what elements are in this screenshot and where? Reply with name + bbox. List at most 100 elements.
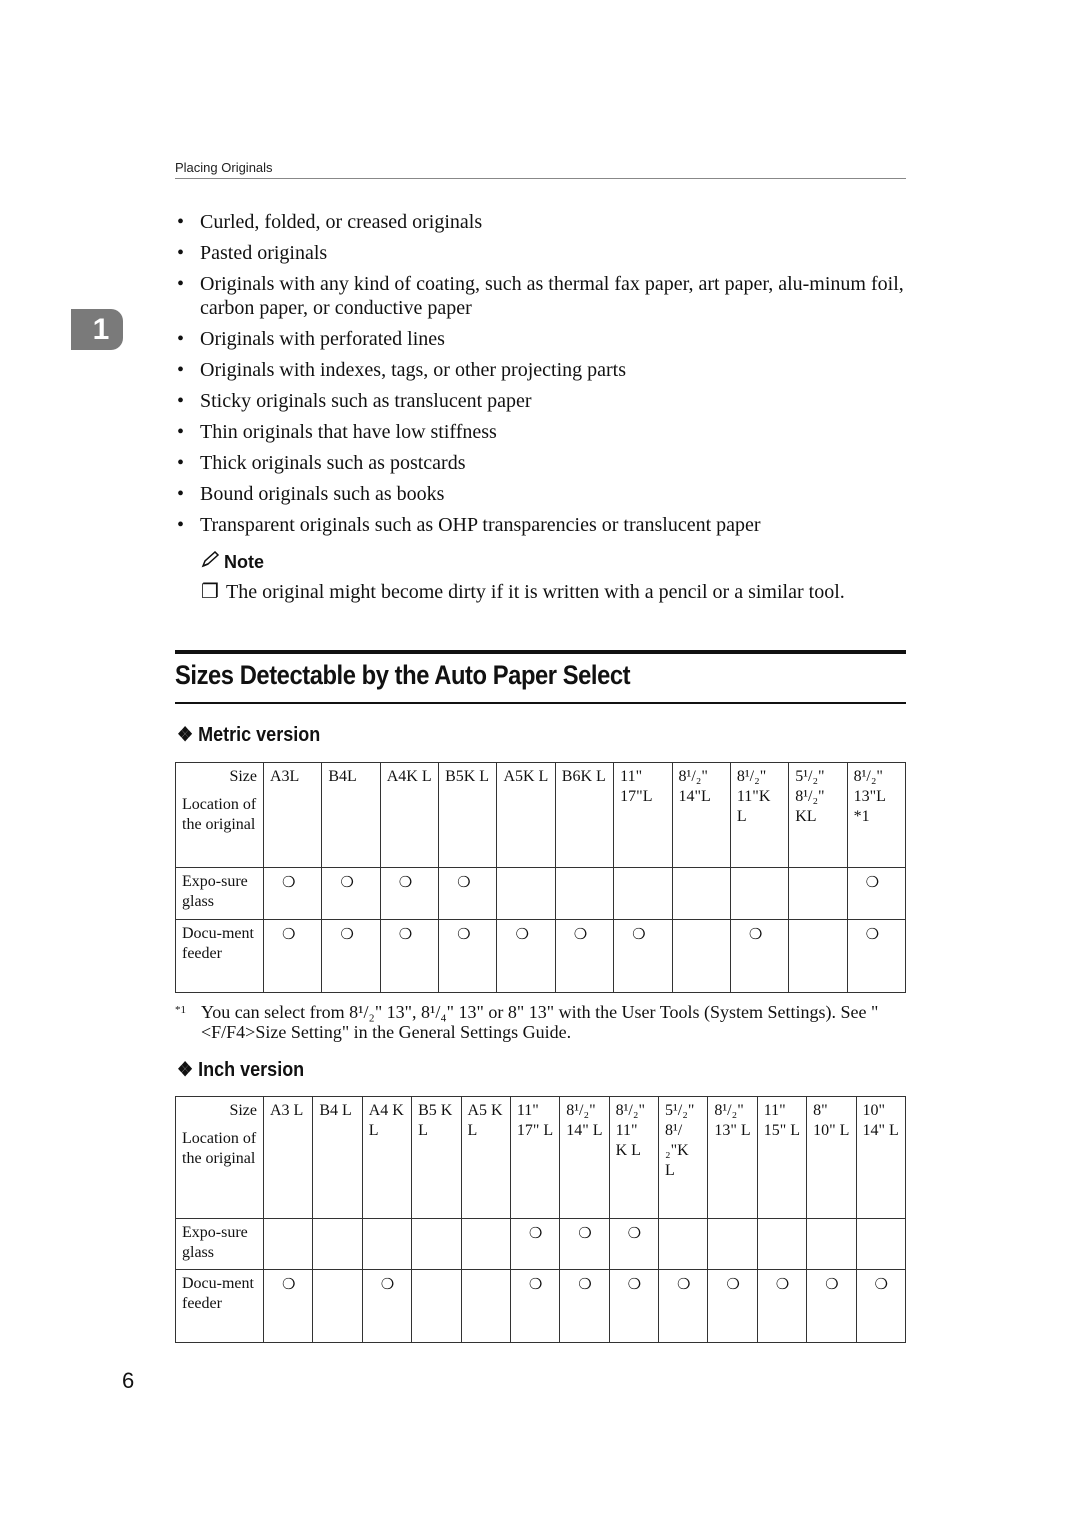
support-cell: ❍ <box>379 867 440 920</box>
supported-mark-icon: ❍ <box>874 1275 888 1293</box>
support-cell <box>411 1269 462 1343</box>
bullet-icon: • <box>177 242 185 264</box>
supported-mark-icon: ❍ <box>677 1275 691 1293</box>
supported-mark-icon: ❍ <box>398 873 413 891</box>
note-heading: Note <box>200 550 264 574</box>
bullet-item: • Originals with indexes, tags, or other … <box>175 358 906 382</box>
support-cell <box>855 1218 906 1270</box>
size-column-header: A4 K L <box>361 1096 413 1219</box>
bullet-icon: • <box>177 273 185 295</box>
bullet-item: • Thick originals such as postcards <box>175 451 906 475</box>
pencil-icon <box>200 550 220 574</box>
footnote-text: You can select from 8¹/₂" 13", 8¹/₄" 13"… <box>201 1002 879 1042</box>
supported-mark-icon: ❍ <box>528 1275 543 1293</box>
diamond-icon: ❖ <box>177 1059 194 1081</box>
size-column-header: 8¹/₂" 14" L <box>559 1096 610 1219</box>
support-cell: ❍ <box>379 919 440 993</box>
size-column-header: 11" 17" L <box>509 1096 561 1219</box>
size-column-header: 8¹/₂" 11"K L <box>729 762 790 868</box>
supported-mark-icon: ❍ <box>515 925 529 943</box>
support-cell: ❍ <box>361 1269 413 1343</box>
supported-mark-icon: ❍ <box>578 1224 592 1242</box>
inch-heading-text: Inch version <box>198 1059 305 1081</box>
support-cell: ❍ <box>509 1269 561 1343</box>
support-cell: ❍ <box>438 919 498 993</box>
support-cell: ❍ <box>855 1269 906 1343</box>
support-cell <box>460 1269 511 1343</box>
bullet-icon: • <box>177 328 185 350</box>
note-label: Note <box>224 552 264 572</box>
supported-mark-icon: ❍ <box>726 1275 740 1293</box>
page-number: 6 <box>122 1368 135 1393</box>
size-column-header: 8¹/₂" 11" K L <box>608 1096 660 1219</box>
bullet-item: • Pasted originals <box>175 241 906 265</box>
supported-mark-icon: ❍ <box>573 925 588 943</box>
supported-mark-icon: ❍ <box>627 1224 642 1242</box>
bullet-list: • Curled, folded, or creased originals • Pa… <box>175 210 906 544</box>
support-cell: ❍ <box>608 1269 660 1343</box>
support-cell: ❍ <box>806 1269 857 1343</box>
support-cell: ❍ <box>613 919 673 993</box>
supported-mark-icon: ❍ <box>865 873 880 891</box>
support-cell: ❍ <box>262 919 323 993</box>
support-cell <box>312 1218 363 1270</box>
size-column-header: B6K L <box>554 762 615 868</box>
bullet-item: • Bound originals such as books <box>175 482 906 506</box>
inch-heading: ❖ Inch version <box>177 1057 304 1082</box>
bullet-text: Originals with indexes, tags, or other p… <box>200 359 627 381</box>
metric-heading: ❖ Metric version <box>177 722 320 747</box>
size-column-header: 8¹/₂" 13" L <box>707 1096 758 1219</box>
support-cell <box>788 867 848 920</box>
chapter-tab: 1 <box>71 309 123 350</box>
bullet-text: Bound originals such as books <box>200 483 445 505</box>
footnote-marker: *1 <box>175 1004 186 1016</box>
bullet-icon: • <box>177 390 185 412</box>
size-column-header: A3L <box>262 762 323 868</box>
support-cell <box>262 1218 314 1270</box>
bullet-text: Sticky originals such as translucent pap… <box>200 390 532 412</box>
checkbox-icon: ❐ <box>201 581 219 603</box>
support-cell <box>756 1218 808 1270</box>
size-column-header: A5K L <box>496 762 556 868</box>
bullet-icon: • <box>177 359 185 381</box>
corner-cell: Size Location of the original <box>175 1096 264 1219</box>
row-label: Expo-sure glass <box>175 1218 264 1270</box>
section-rule-top <box>175 650 906 654</box>
support-cell <box>729 867 790 920</box>
supported-mark-icon: ❍ <box>528 1224 543 1242</box>
bullet-item: • Curled, folded, or creased originals <box>175 210 906 234</box>
support-cell: ❍ <box>657 1269 709 1343</box>
supported-mark-icon: ❍ <box>632 925 646 943</box>
location-label: Location of the original <box>182 796 257 833</box>
support-cell: ❍ <box>262 867 323 920</box>
support-cell: ❍ <box>559 1269 610 1343</box>
table-row: Docu-ment feeder ❍ ❍ ❍ ❍ ❍ ❍ ❍ ❍ ❍ <box>175 919 907 993</box>
bullet-item: • Transparent originals such as OHP trans… <box>175 513 906 537</box>
bullet-text: Curled, folded, or creased originals <box>200 211 483 233</box>
supported-mark-icon: ❍ <box>748 925 763 943</box>
note-text: The original might become dirty if it is… <box>226 581 845 603</box>
footnote: *1 You can select from 8¹/₂" 13", 8¹/₄" … <box>175 1002 906 1042</box>
support-cell: ❍ <box>321 919 381 993</box>
running-head: Placing Originals <box>175 160 906 179</box>
size-column-header: 5¹/₂" 8¹/₂" KL <box>788 762 848 868</box>
support-cell: ❍ <box>729 919 790 993</box>
support-cell <box>496 867 556 920</box>
support-cell <box>707 1218 758 1270</box>
support-cell: ❍ <box>321 867 381 920</box>
supported-mark-icon: ❍ <box>340 873 354 891</box>
size-column-header: 11" 17"L <box>613 762 673 868</box>
supported-mark-icon: ❍ <box>282 1275 296 1293</box>
location-label: Location of the original <box>182 1130 257 1167</box>
size-label: Size <box>229 1102 257 1119</box>
bullet-item: • Originals with perforated lines <box>175 327 906 351</box>
support-cell: ❍ <box>509 1218 561 1270</box>
inch-size-table: Size Location of the original A3 L B4 L A4 K… <box>175 1096 906 1343</box>
row-label: Expo-sure glass <box>175 867 264 920</box>
size-column-header: 10" 14" L <box>855 1096 906 1219</box>
diamond-icon: ❖ <box>177 724 194 746</box>
size-column-header: 8¹/₂" 14"L <box>671 762 731 868</box>
row-label: Docu-ment feeder <box>175 1269 264 1343</box>
section-title: Sizes Detectable by the Auto Paper Selec… <box>175 660 631 690</box>
bullet-icon: • <box>177 211 185 233</box>
